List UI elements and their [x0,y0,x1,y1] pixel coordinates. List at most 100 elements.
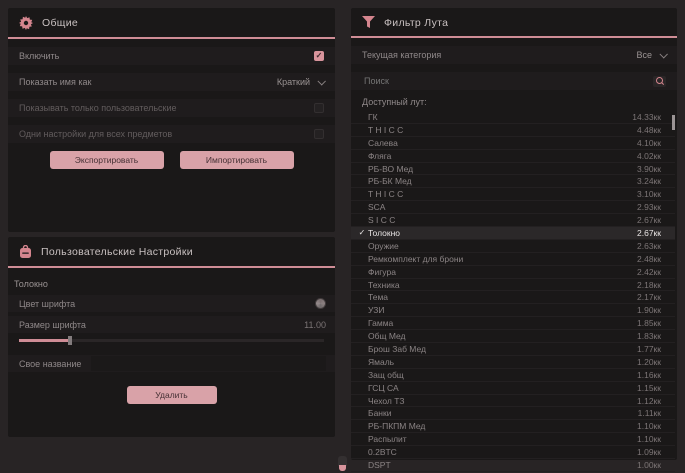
available-loot-label: Доступный лут: [362,97,677,107]
loot-item-name: Толокно [368,228,637,238]
loot-item-value: 3.10кк [637,189,661,199]
loot-row[interactable]: ГК14.33кк [351,111,675,124]
loot-row[interactable]: РБ-ВО Мед3.90кк [351,163,675,176]
loot-filter-panel: Фильтр Лута Текущая категория Все Доступ… [351,8,677,460]
loot-row[interactable]: Распылит1.10кк [351,433,675,446]
custom-name-row: Свое название [8,355,335,372]
search-input[interactable] [362,75,653,87]
loot-row[interactable]: S I C C2.67кк [351,214,675,227]
loot-item-name: DSPТ [368,460,637,470]
loot-item-value: 1.09кк [637,447,661,457]
loot-row[interactable]: Гамма1.85кк [351,317,675,330]
enable-row: Включить ✓ [8,47,335,65]
name-mode-row: Показать имя как Краткий [8,73,335,91]
loot-row[interactable]: Ремкомплект для брони2.48кк [351,253,675,266]
loot-item-value: 1.11кк [638,408,661,418]
loot-item-value: 2.67кк [637,215,661,225]
loot-row[interactable]: Фляга4.02кк [351,150,675,163]
loot-item-value: 1.16кк [637,370,661,380]
loot-item-value: 1.10кк [637,434,661,444]
loot-item-name: Гамма [368,318,637,328]
filter-panel-header: Фильтр Лута [351,8,677,36]
loot-item-value: 1.90кк [637,305,661,315]
loot-row[interactable]: РБ-БК Мед3.24кк [351,175,675,188]
loot-item-name: РБ-ПКПМ Мед [368,421,637,431]
export-button[interactable]: Экспортировать [50,151,164,169]
loot-row[interactable]: Оружие2.63кк [351,240,675,253]
same-settings-checkbox[interactable] [314,129,324,139]
backpack-icon [19,245,32,259]
palette-icon[interactable] [315,298,326,309]
loot-row[interactable]: T H I C C4.48кк [351,124,675,137]
custom-panel-title: Пользовательские Настройки [41,246,193,258]
loot-row[interactable]: Банки1.11кк [351,407,675,420]
loot-row[interactable]: DSPТ1.00кк [351,459,675,472]
loot-row[interactable]: Тема2.17кк [351,291,675,304]
loot-item-value: 2.63кк [637,241,661,251]
loot-item-name: Фигура [368,267,637,277]
import-button[interactable]: Импортировать [180,151,294,169]
scrollbar-handle[interactable] [672,115,675,130]
font-color-row: Цвет шрифта [8,295,335,312]
loot-item-value: 4.10кк [637,138,661,148]
loot-row[interactable]: ✓Толокно2.67кк [351,227,675,240]
loot-item-value: 1.00кк [637,460,661,470]
only-custom-row: Показывать только пользовательские [8,99,335,117]
loot-item-value: 2.42кк [637,267,661,277]
enable-checkbox[interactable]: ✓ [314,51,324,61]
loot-item-name: Чехол ТЗ [368,396,637,406]
name-mode-value: Краткий [277,77,310,87]
loot-item-value: 3.24кк [637,176,661,186]
loot-item-name: Брош Заб Мед [368,344,637,354]
loot-item-value: 1.83кк [637,331,661,341]
loot-item-value: 2.67кк [637,228,661,238]
loot-row[interactable]: УЗИ1.90кк [351,304,675,317]
loot-item-value: 1.10кк [637,421,661,431]
loot-item-value: 14.33кк [632,112,661,122]
category-dropdown[interactable]: Все [636,50,666,60]
loot-item-name: T H I C C [368,125,637,135]
loot-item-name: T H I C C [368,189,637,199]
loot-item-value: 3.90кк [637,164,661,174]
loot-item-value: 2.48кк [637,254,661,264]
loot-item-name: Ямаль [368,357,637,367]
loot-item-name: ГСЦ СА [368,383,637,393]
loot-item-name: Общ Мед [368,331,637,341]
general-panel-header: Общие [8,8,335,37]
loot-item-value: 1.15кк [637,383,661,393]
loot-row[interactable]: Фигура2.42кк [351,266,675,279]
check-icon: ✓ [356,228,368,237]
loot-row[interactable]: T H I C C3.10кк [351,188,675,201]
general-panel: Общие Включить ✓ Показать имя как Кратки… [8,8,335,232]
loot-row[interactable]: Чехол ТЗ1.12кк [351,395,675,408]
loot-row[interactable]: Ямаль1.20кк [351,356,675,369]
font-color-label: Цвет шрифта [19,299,75,309]
loot-row[interactable]: Салева4.10кк [351,137,675,150]
loot-row[interactable]: Защ общ1.16кк [351,369,675,382]
loot-row[interactable]: Техника2.18кк [351,279,675,292]
loot-item-value: 1.85кк [637,318,661,328]
loot-item-value: 1.12кк [637,396,661,406]
loot-row[interactable]: Общ Мед1.83кк [351,330,675,343]
loot-scrollbar[interactable] [672,113,675,471]
loot-row[interactable]: 0.2BTC1.09кк [351,446,675,459]
search-button[interactable] [653,76,666,87]
only-custom-checkbox[interactable] [314,103,324,113]
delete-button[interactable]: Удалить [127,386,217,404]
loot-row[interactable]: РБ-ПКПМ Мед1.10кк [351,420,675,433]
loot-row[interactable]: SCA2.93кк [351,201,675,214]
chevron-down-icon [317,77,325,85]
name-mode-dropdown[interactable]: Краткий [277,77,324,87]
loot-row[interactable]: Брош Заб Мед1.77кк [351,343,675,356]
loot-item-name: УЗИ [368,305,637,315]
font-size-slider[interactable] [19,336,324,345]
slider-handle[interactable] [68,336,72,345]
loot-item-name: РБ-ВО Мед [368,164,637,174]
loot-item-name: ГК [368,112,632,122]
loot-item-value: 4.02кк [637,151,661,161]
loot-item-name: РБ-БК Мед [368,176,637,186]
gear-icon [19,16,33,30]
custom-name-input[interactable] [91,356,326,371]
name-mode-label: Показать имя как [19,77,91,87]
loot-row[interactable]: ГСЦ СА1.15кк [351,382,675,395]
